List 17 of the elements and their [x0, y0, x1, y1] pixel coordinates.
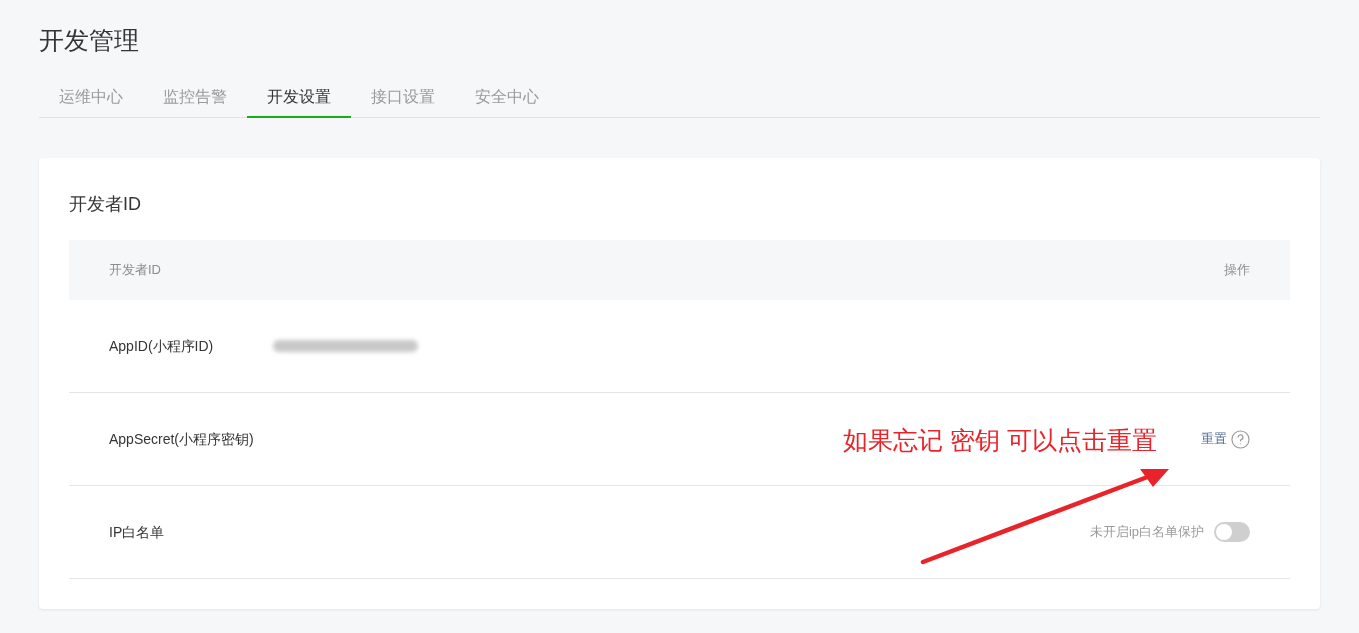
tab[interactable]: 接口设置: [351, 78, 455, 118]
tab[interactable]: 开发设置: [247, 78, 351, 118]
toggle-label: 未开启ip白名单保护: [1089, 523, 1204, 542]
column-header: 操作: [1224, 261, 1250, 280]
tab[interactable]: 运维中心: [39, 78, 143, 118]
toggle-switch[interactable]: [1214, 522, 1250, 542]
tab[interactable]: 安全中心: [455, 78, 559, 118]
column-header: 开发者ID: [109, 261, 161, 280]
annotation-text: 如果忘记 密钥 可以点击重置: [843, 425, 1157, 456]
help-icon[interactable]: [1231, 429, 1250, 449]
row-label: AppSecret(小程序密钥): [109, 430, 255, 449]
reset-link[interactable]: 重置: [1201, 429, 1227, 449]
card-title: 开发者ID: [69, 193, 142, 216]
page-title: 开发管理: [39, 25, 140, 56]
row-label: IP白名单: [109, 523, 166, 542]
row-label: AppID(小程序ID): [109, 337, 215, 356]
tab[interactable]: 监控告警: [143, 78, 247, 118]
